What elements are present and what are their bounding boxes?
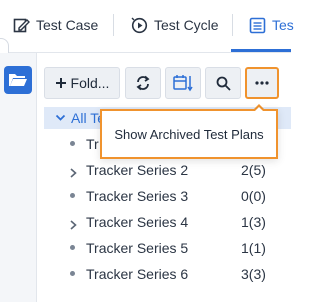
tree-item[interactable]: Tracker Series 2 2(5) bbox=[44, 157, 291, 183]
more-options-button[interactable] bbox=[245, 67, 279, 99]
bullet-icon bbox=[70, 271, 75, 276]
tree-item-count: 1(1) bbox=[241, 240, 266, 256]
tab-test-plan-label: Tes bbox=[272, 17, 294, 33]
popup-caret-fill bbox=[255, 107, 263, 111]
folder-view-button[interactable] bbox=[4, 66, 32, 94]
refresh-button[interactable] bbox=[125, 67, 161, 99]
show-archived-test-plans-item[interactable]: Show Archived Test Plans bbox=[114, 127, 263, 142]
active-tab-indicator bbox=[231, 49, 291, 52]
tab-divider bbox=[232, 14, 233, 36]
tree-item-count: 3(3) bbox=[241, 266, 266, 282]
tab-test-case-label: Test Case bbox=[36, 17, 99, 33]
tree-item-label: Tracker Series 3 bbox=[86, 188, 189, 204]
tree-item-label: Tracker Series 5 bbox=[86, 240, 189, 256]
tree-item[interactable]: Tracker Series 3 0(0) bbox=[44, 183, 291, 209]
more-options-popup: Show Archived Test Plans bbox=[100, 109, 278, 159]
chevron-right-icon[interactable] bbox=[69, 165, 78, 181]
chevron-right-icon[interactable] bbox=[69, 217, 78, 233]
plus-icon bbox=[55, 78, 66, 88]
tree-item-label: Tracker Series 6 bbox=[86, 266, 189, 282]
bullet-icon bbox=[70, 193, 75, 198]
tree-item-label: Tracker Series 4 bbox=[86, 214, 189, 230]
calendar-sort-icon bbox=[173, 75, 193, 92]
tree-item-label: Tr bbox=[86, 136, 99, 152]
left-rail bbox=[0, 53, 37, 302]
search-button[interactable] bbox=[205, 67, 241, 99]
test-case-edit-icon bbox=[13, 18, 30, 32]
refresh-icon bbox=[136, 75, 150, 91]
sort-by-date-button[interactable] bbox=[165, 67, 201, 99]
tree-item-label: Tracker Series 2 bbox=[86, 162, 189, 178]
tab-divider bbox=[113, 14, 114, 36]
tree-item[interactable]: Tracker Series 5 1(1) bbox=[44, 235, 291, 261]
tree-item-count: 1(3) bbox=[241, 214, 266, 230]
more-icon bbox=[255, 81, 269, 85]
tab-test-cycle[interactable]: Test Cycle bbox=[131, 0, 219, 50]
bullet-icon bbox=[70, 245, 75, 250]
search-icon bbox=[216, 76, 231, 91]
test-cycle-play-icon bbox=[131, 17, 148, 33]
new-folder-button[interactable]: Fold... bbox=[44, 67, 120, 99]
test-plan-list-icon bbox=[249, 17, 266, 33]
new-folder-label: Fold... bbox=[70, 75, 110, 91]
tab-bar: Test Case Test Cycle Tes bbox=[0, 0, 294, 53]
tree-item[interactable]: Tracker Series 4 1(3) bbox=[44, 209, 291, 235]
tree-item[interactable]: Tracker Series 6 3(3) bbox=[44, 261, 291, 287]
tab-test-case[interactable]: Test Case bbox=[13, 0, 98, 50]
tab-test-plan[interactable]: Tes bbox=[249, 0, 294, 50]
tree-item-count: 0(0) bbox=[241, 188, 266, 204]
tree-item-count: 2(5) bbox=[241, 162, 266, 178]
bullet-icon bbox=[70, 141, 75, 146]
tab-test-cycle-label: Test Cycle bbox=[154, 17, 219, 33]
chevron-down-icon[interactable] bbox=[55, 110, 66, 126]
folder-open-icon bbox=[9, 74, 27, 86]
